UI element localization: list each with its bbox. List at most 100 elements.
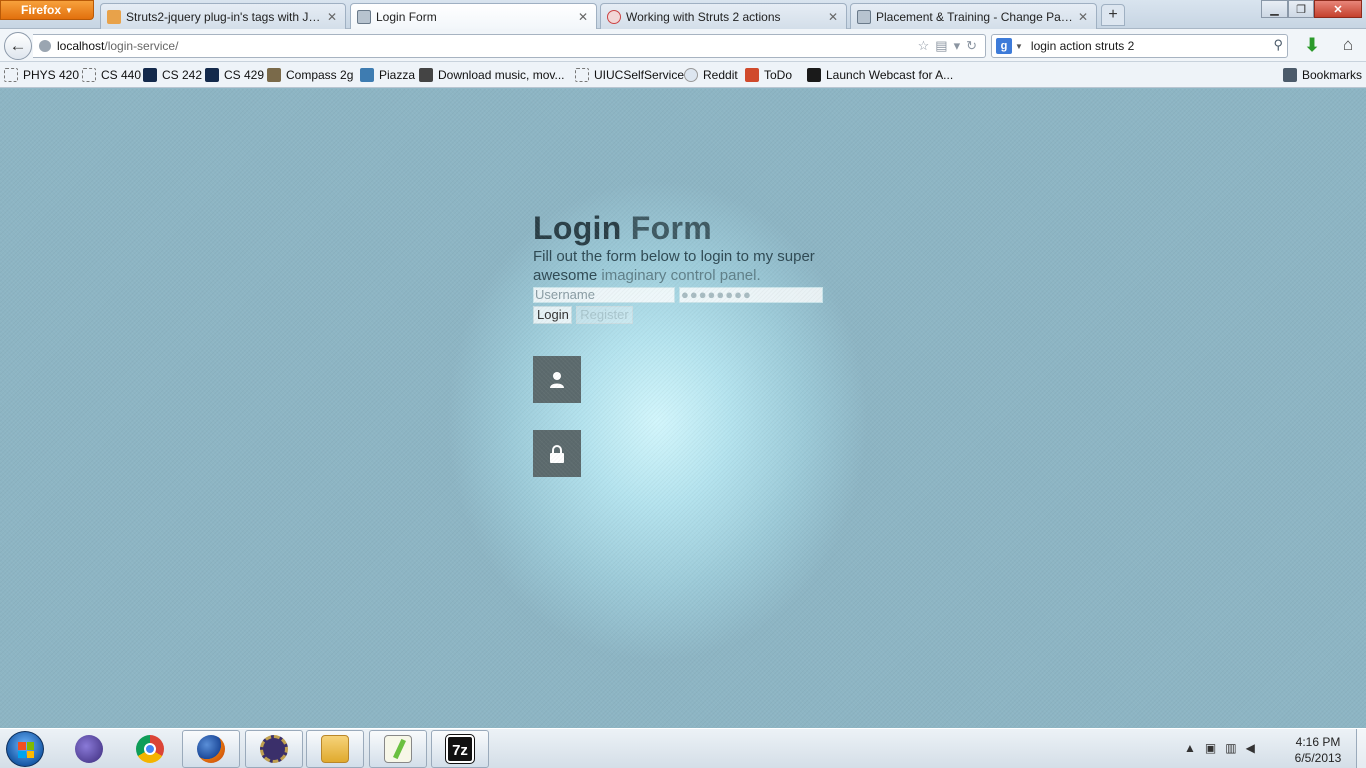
caret-down-icon: ▼	[65, 5, 73, 15]
device-icon[interactable]: ▣	[1205, 741, 1216, 755]
bookmark-label: CS 242	[162, 68, 203, 82]
user-icon	[533, 356, 581, 403]
taskbar: 7z ▲ ▣ ▥ ◀ 4:16 PM 6/5/2013	[0, 728, 1366, 768]
bookmark-phys-420[interactable]: PHYS 420	[4, 67, 79, 83]
todo-icon	[745, 68, 759, 82]
close-tab-icon[interactable]: ✕	[576, 10, 590, 24]
close-tab-icon[interactable]: ✕	[325, 10, 339, 24]
engine-dropdown-icon[interactable]: ▼	[1015, 42, 1023, 51]
window-close-button[interactable]: ✕	[1314, 0, 1362, 18]
windows-start-icon[interactable]	[6, 731, 44, 767]
description-text: imaginary control panel.	[601, 267, 761, 284]
page-content: Login Form Fill out the form below to lo…	[0, 89, 1366, 728]
username-input[interactable]: Username	[533, 287, 675, 303]
restore-button[interactable]: ❐	[1288, 0, 1314, 18]
reload-icon[interactable]: ↻	[966, 38, 977, 54]
search-bar[interactable]: g ▼ login action struts 2 ⚲	[991, 34, 1288, 58]
back-button[interactable]: ←	[4, 32, 32, 60]
volume-muted-icon[interactable]: ◀	[1246, 741, 1255, 755]
register-button[interactable]: Register	[576, 306, 633, 324]
notepad-plus-icon[interactable]	[369, 730, 427, 768]
show-hidden-icons-icon[interactable]: ▲	[1184, 741, 1196, 755]
blank-page-icon	[4, 68, 18, 82]
bookmark-label: Piazza	[379, 68, 416, 82]
bookmark-cs-429[interactable]: CS 429	[205, 67, 264, 83]
new-tab-button[interactable]: +	[1101, 4, 1125, 26]
reddit-icon	[684, 68, 698, 82]
home-icon[interactable]: ⌂	[1336, 34, 1360, 58]
tab-placement-training[interactable]: Placement & Training - Change Pass... ✕	[850, 3, 1097, 29]
lock-icon	[533, 430, 581, 477]
system-tray: ▲ ▣ ▥ ◀	[1184, 741, 1255, 755]
download-icon[interactable]: ⬇	[1300, 34, 1324, 58]
clock[interactable]: 4:16 PM 6/5/2013	[1282, 734, 1354, 766]
tab-label: Placement & Training - Change Pass...	[876, 9, 1076, 24]
network-icon[interactable]: ▥	[1225, 741, 1236, 755]
bookmark-label: ToDo	[764, 68, 793, 82]
firefox-menu-button[interactable]: Firefox ▼	[0, 0, 94, 20]
title-part: Login	[533, 210, 631, 246]
chrome-icon[interactable]	[121, 730, 179, 768]
tab-strip: Firefox ▼ Struts2-jquery plug-in's tags …	[0, 0, 1366, 30]
password-input[interactable]: ●●●●●●●●	[679, 287, 823, 303]
bookmark-launch-webcast[interactable]: Launch Webcast for A...	[807, 67, 953, 83]
bookmark-compass-2g[interactable]: Compass 2g	[267, 67, 353, 83]
bookmark-label: PHYS 420	[23, 68, 80, 82]
navigation-bar: ← localhost/login-service/ ☆ ▤ ▾ ↻ g ▼ l…	[0, 29, 1366, 62]
tab-struts2-jquery[interactable]: Struts2-jquery plug-in's tags with Jqu..…	[100, 3, 346, 29]
bookmark-uiuc-self-service[interactable]: UIUCSelfService	[575, 67, 684, 83]
minimize-button[interactable]: ▁	[1261, 0, 1288, 18]
bookmark-todo[interactable]: ToDo	[745, 67, 792, 83]
tab-login-form[interactable]: Login Form ✕	[350, 3, 597, 30]
stackoverflow-favicon-icon	[107, 9, 121, 24]
x-icon	[807, 68, 821, 82]
search-query: login action struts 2	[1030, 39, 1135, 53]
url-path: /login-service/	[104, 39, 179, 53]
login-button[interactable]: Login	[533, 306, 572, 324]
show-desktop-button[interactable]	[1356, 729, 1366, 768]
bookmark-cs-242[interactable]: CS 242	[143, 67, 202, 83]
7zip-icon[interactable]: 7z	[431, 730, 489, 768]
bookmark-label: Compass 2g	[286, 68, 354, 82]
tab-label: Working with Struts 2 actions	[626, 9, 781, 24]
globe-icon	[39, 40, 51, 52]
dropdown-arrow-icon[interactable]: ▾	[954, 38, 961, 54]
bookmark-label: CS 429	[224, 68, 265, 82]
tab-label: Struts2-jquery plug-in's tags with Jqu..…	[126, 9, 325, 24]
close-tab-icon[interactable]: ✕	[826, 10, 840, 24]
bookmark-label: Reddit	[703, 68, 738, 82]
url-bar[interactable]: localhost/login-service/ ☆ ▤ ▾ ↻	[33, 34, 986, 58]
eclipse-icon[interactable]	[60, 730, 118, 768]
bookmark-cs-440[interactable]: CS 440	[82, 67, 141, 83]
bookmarks-menu-button[interactable]: Bookmarks	[1283, 67, 1362, 83]
search-icon[interactable]: ⚲	[1273, 37, 1283, 53]
google-search-engine-icon[interactable]: g	[996, 38, 1012, 54]
question-favicon-icon	[607, 9, 621, 24]
page-description: Fill out the form below to login to my s…	[533, 247, 833, 285]
lock-icon[interactable]: ▤	[935, 38, 947, 54]
title-part: Form	[630, 210, 712, 246]
page-title: Login Form	[533, 210, 712, 247]
bookmarks-bar: PHYS 420 CS 440 CS 242 CS 429 Compass 2g…	[0, 62, 1366, 88]
file-explorer-icon[interactable]	[306, 730, 364, 768]
url-host: localhost	[57, 39, 105, 53]
star-bookmark-icon[interactable]: ☆	[918, 38, 930, 54]
clock-time: 4:16 PM	[1295, 735, 1341, 749]
bookmarks-star-icon	[1283, 68, 1297, 82]
bookmark-reddit[interactable]: Reddit	[684, 67, 738, 83]
tab-working-with-struts[interactable]: Working with Struts 2 actions ✕	[600, 3, 847, 29]
close-tab-icon[interactable]: ✕	[1076, 10, 1090, 24]
couch-icon	[419, 68, 433, 82]
page-favicon-icon	[357, 10, 371, 24]
firefox-icon[interactable]	[182, 730, 240, 768]
bookmark-label: Download music, mov...	[438, 68, 565, 82]
java-ee-ide-icon[interactable]	[245, 730, 303, 768]
bookmark-piazza[interactable]: Piazza	[360, 67, 415, 83]
blank-page-icon	[575, 68, 589, 82]
blackboard-icon	[267, 68, 281, 82]
bookmark-label: Launch Webcast for A...	[826, 68, 954, 82]
tab-label: Login Form	[376, 10, 437, 24]
bookmark-download-music[interactable]: Download music, mov...	[419, 67, 565, 83]
piazza-icon	[360, 68, 374, 82]
firefox-menu-label: Firefox	[21, 3, 62, 17]
